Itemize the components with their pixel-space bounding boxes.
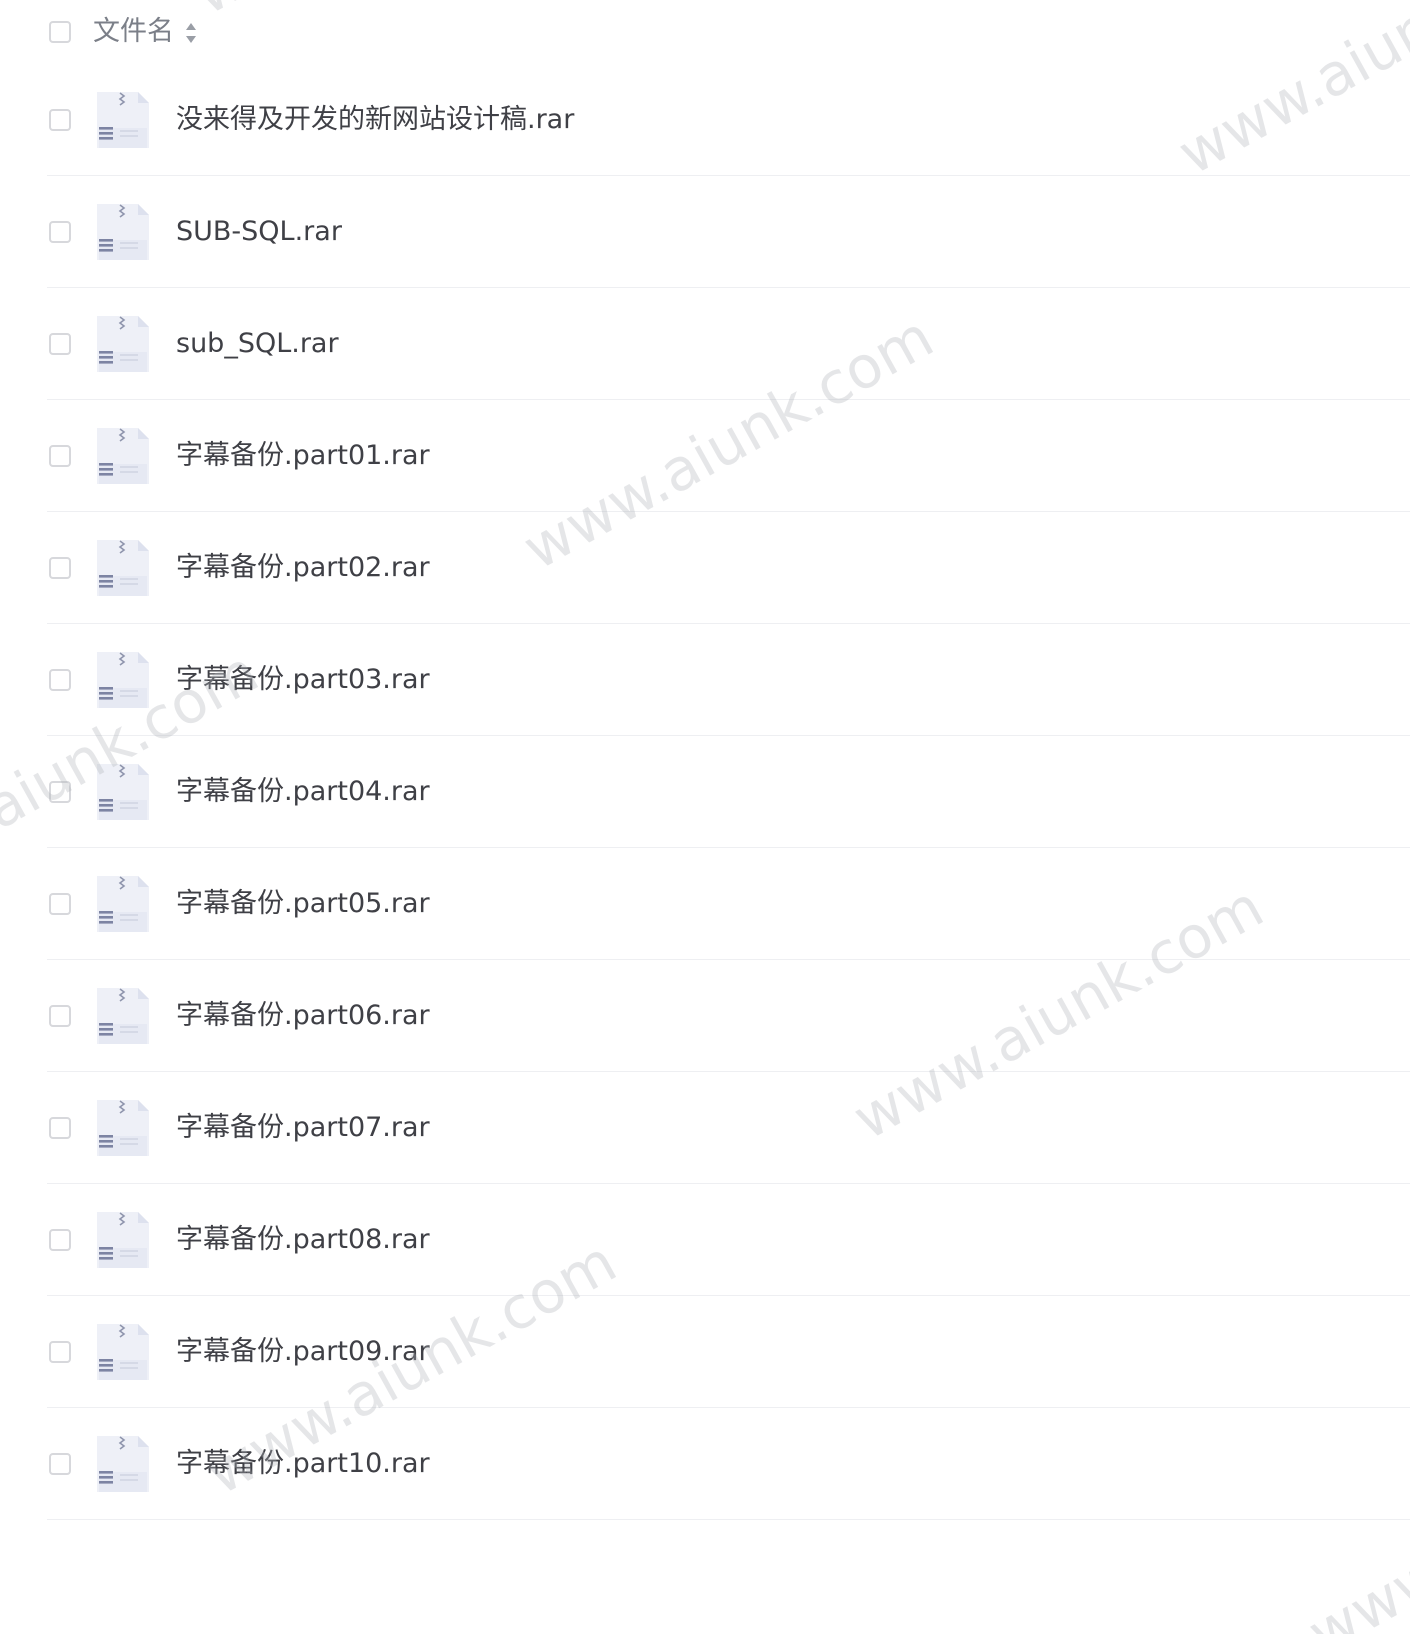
file-row[interactable]: 字幕备份.part01.rar	[0, 400, 1410, 512]
file-row[interactable]: 字幕备份.part02.rar	[0, 512, 1410, 624]
rar-archive-icon	[97, 1324, 149, 1380]
rar-archive-icon	[97, 92, 149, 148]
column-header-filename[interactable]: 文件名	[93, 14, 174, 50]
file-row[interactable]: sub_SQL.rar	[0, 288, 1410, 400]
list-header: 文件名	[0, 0, 1410, 64]
row-checkbox[interactable]	[49, 557, 71, 579]
sort-arrows-icon[interactable]	[184, 21, 198, 45]
row-checkbox[interactable]	[49, 1117, 71, 1139]
file-row[interactable]: 字幕备份.part08.rar	[0, 1184, 1410, 1296]
rar-archive-icon	[97, 652, 149, 708]
row-checkbox[interactable]	[49, 109, 71, 131]
row-checkbox[interactable]	[49, 1229, 71, 1251]
file-name[interactable]: 字幕备份.part07.rar	[176, 1110, 430, 1146]
rar-archive-icon	[97, 988, 149, 1044]
file-name[interactable]: 字幕备份.part03.rar	[176, 662, 430, 698]
row-checkbox[interactable]	[49, 333, 71, 355]
row-checkbox[interactable]	[49, 669, 71, 691]
file-name[interactable]: 没来得及开发的新网站设计稿.rar	[176, 102, 574, 138]
rar-archive-icon	[97, 204, 149, 260]
file-name[interactable]: 字幕备份.part04.rar	[176, 774, 430, 810]
rar-archive-icon	[97, 876, 149, 932]
file-row[interactable]: 字幕备份.part07.rar	[0, 1072, 1410, 1184]
file-row[interactable]: SUB-SQL.rar	[0, 176, 1410, 288]
rar-archive-icon	[97, 1100, 149, 1156]
file-name[interactable]: 字幕备份.part01.rar	[176, 438, 430, 474]
rar-archive-icon	[97, 1212, 149, 1268]
row-divider	[47, 1519, 1410, 1520]
file-name[interactable]: SUB-SQL.rar	[176, 214, 342, 250]
row-checkbox[interactable]	[49, 1005, 71, 1027]
rar-archive-icon	[97, 1436, 149, 1492]
file-row[interactable]: 字幕备份.part04.rar	[0, 736, 1410, 848]
file-name[interactable]: 字幕备份.part10.rar	[176, 1446, 430, 1482]
rar-archive-icon	[97, 764, 149, 820]
file-row[interactable]: 字幕备份.part09.rar	[0, 1296, 1410, 1408]
file-name[interactable]: 字幕备份.part05.rar	[176, 886, 430, 922]
rar-archive-icon	[97, 540, 149, 596]
file-row[interactable]: 字幕备份.part06.rar	[0, 960, 1410, 1072]
file-name[interactable]: 字幕备份.part09.rar	[176, 1334, 430, 1370]
row-checkbox[interactable]	[49, 893, 71, 915]
file-row[interactable]: 字幕备份.part05.rar	[0, 848, 1410, 960]
row-checkbox[interactable]	[49, 445, 71, 467]
file-name[interactable]: 字幕备份.part02.rar	[176, 550, 430, 586]
file-name[interactable]: sub_SQL.rar	[176, 326, 339, 362]
file-row[interactable]: 字幕备份.part03.rar	[0, 624, 1410, 736]
row-checkbox[interactable]	[49, 781, 71, 803]
file-name[interactable]: 字幕备份.part08.rar	[176, 1222, 430, 1258]
select-all-checkbox[interactable]	[49, 21, 71, 43]
file-row[interactable]: 字幕备份.part10.rar	[0, 1408, 1410, 1520]
row-checkbox[interactable]	[49, 1341, 71, 1363]
row-checkbox[interactable]	[49, 1453, 71, 1475]
file-name[interactable]: 字幕备份.part06.rar	[176, 998, 430, 1034]
file-row[interactable]: 没来得及开发的新网站设计稿.rar	[0, 64, 1410, 176]
row-checkbox[interactable]	[49, 221, 71, 243]
rar-archive-icon	[97, 428, 149, 484]
file-list: 文件名 没来得及开发的新网站设计稿.rar SUB-SQL.rar sub_SQ…	[0, 0, 1410, 1520]
rar-archive-icon	[97, 316, 149, 372]
